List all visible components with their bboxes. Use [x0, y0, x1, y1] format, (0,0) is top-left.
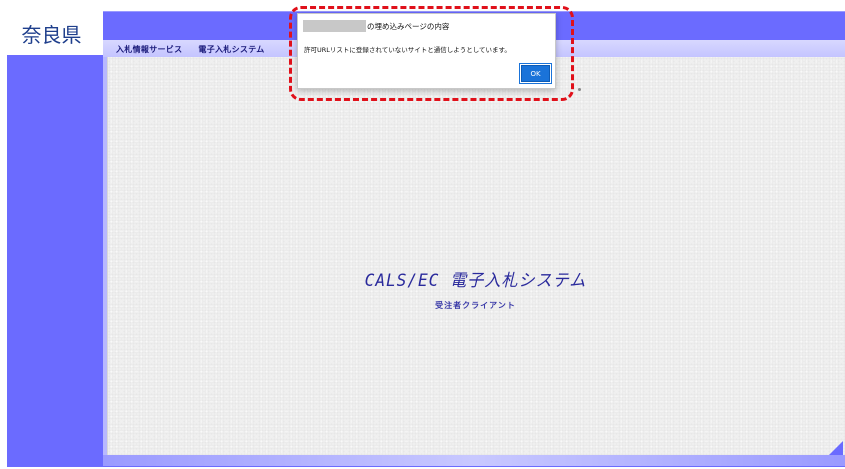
prefecture-label: 奈良県: [0, 11, 103, 55]
system-title: CALS/EC 電子入札システム: [364, 271, 587, 291]
main-content: [107, 57, 845, 455]
bottom-bar: [103, 455, 845, 466]
highlight-annotation: [289, 6, 574, 101]
nav-item-e-bidding[interactable]: 電子入札システム: [198, 44, 264, 58]
nav-item-bid-info[interactable]: 入札情報サービス: [116, 44, 182, 58]
corner-decoration: [829, 441, 843, 455]
mouse-cursor-icon: [578, 88, 581, 91]
nav-menu: 入札情報サービス 電子入札システム: [116, 44, 265, 58]
system-subtitle: 受注者クライアント: [435, 301, 516, 310]
